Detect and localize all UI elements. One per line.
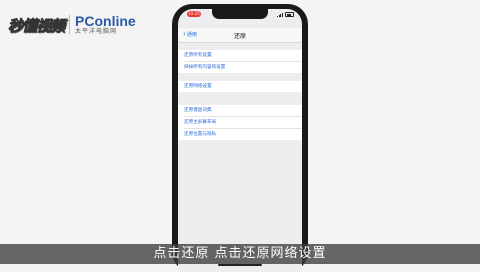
reset-group-2: 还原网络设置 xyxy=(178,81,302,92)
phone-screen: 10:25 ‹ 通用 还原 还原所有设置 抹掉所有内容和设置 还原网络设置 还原… xyxy=(178,9,302,272)
status-icons xyxy=(277,12,294,17)
reset-home-screen-layout[interactable]: 还原主屏幕布局 xyxy=(184,117,302,129)
home-indicator xyxy=(218,264,262,266)
page-title: 还原 xyxy=(233,33,246,40)
pconline-brand: PConline xyxy=(75,13,136,29)
reset-group-3: 还原键盘词典 还原主屏幕布局 还原位置与隐私 xyxy=(178,105,302,140)
phone-frame: 10:25 ‹ 通用 还原 还原所有设置 抹掉所有内容和设置 还原网络设置 还原… xyxy=(172,4,308,272)
battery-icon xyxy=(285,12,294,17)
miaodong-logo-text: 秒懂视频 xyxy=(8,16,66,35)
reset-location-privacy[interactable]: 还原位置与隐私 xyxy=(184,129,302,140)
status-time: 10:25 xyxy=(187,11,201,17)
pconline-logo: PConline 太平洋电脑网 xyxy=(75,14,136,36)
logo-divider xyxy=(69,15,71,35)
reset-all-settings[interactable]: 还原所有设置 xyxy=(184,50,302,62)
subtitle-text: 点击还原 点击还原网络设置 xyxy=(153,246,327,261)
nav-bar: ‹ 通用 还原 xyxy=(178,28,302,43)
reset-group-1: 还原所有设置 抹掉所有内容和设置 xyxy=(178,50,302,73)
reset-network-settings[interactable]: 还原网络设置 xyxy=(184,81,302,92)
signal-icon xyxy=(277,12,283,17)
pconline-sub: 太平洋电脑网 xyxy=(75,28,118,35)
notch xyxy=(212,9,268,19)
erase-all-content[interactable]: 抹掉所有内容和设置 xyxy=(184,62,302,73)
reset-keyboard-dictionary[interactable]: 还原键盘词典 xyxy=(184,105,302,117)
watermark-logo: 秒懂视频 PConline 太平洋电脑网 xyxy=(8,14,136,36)
